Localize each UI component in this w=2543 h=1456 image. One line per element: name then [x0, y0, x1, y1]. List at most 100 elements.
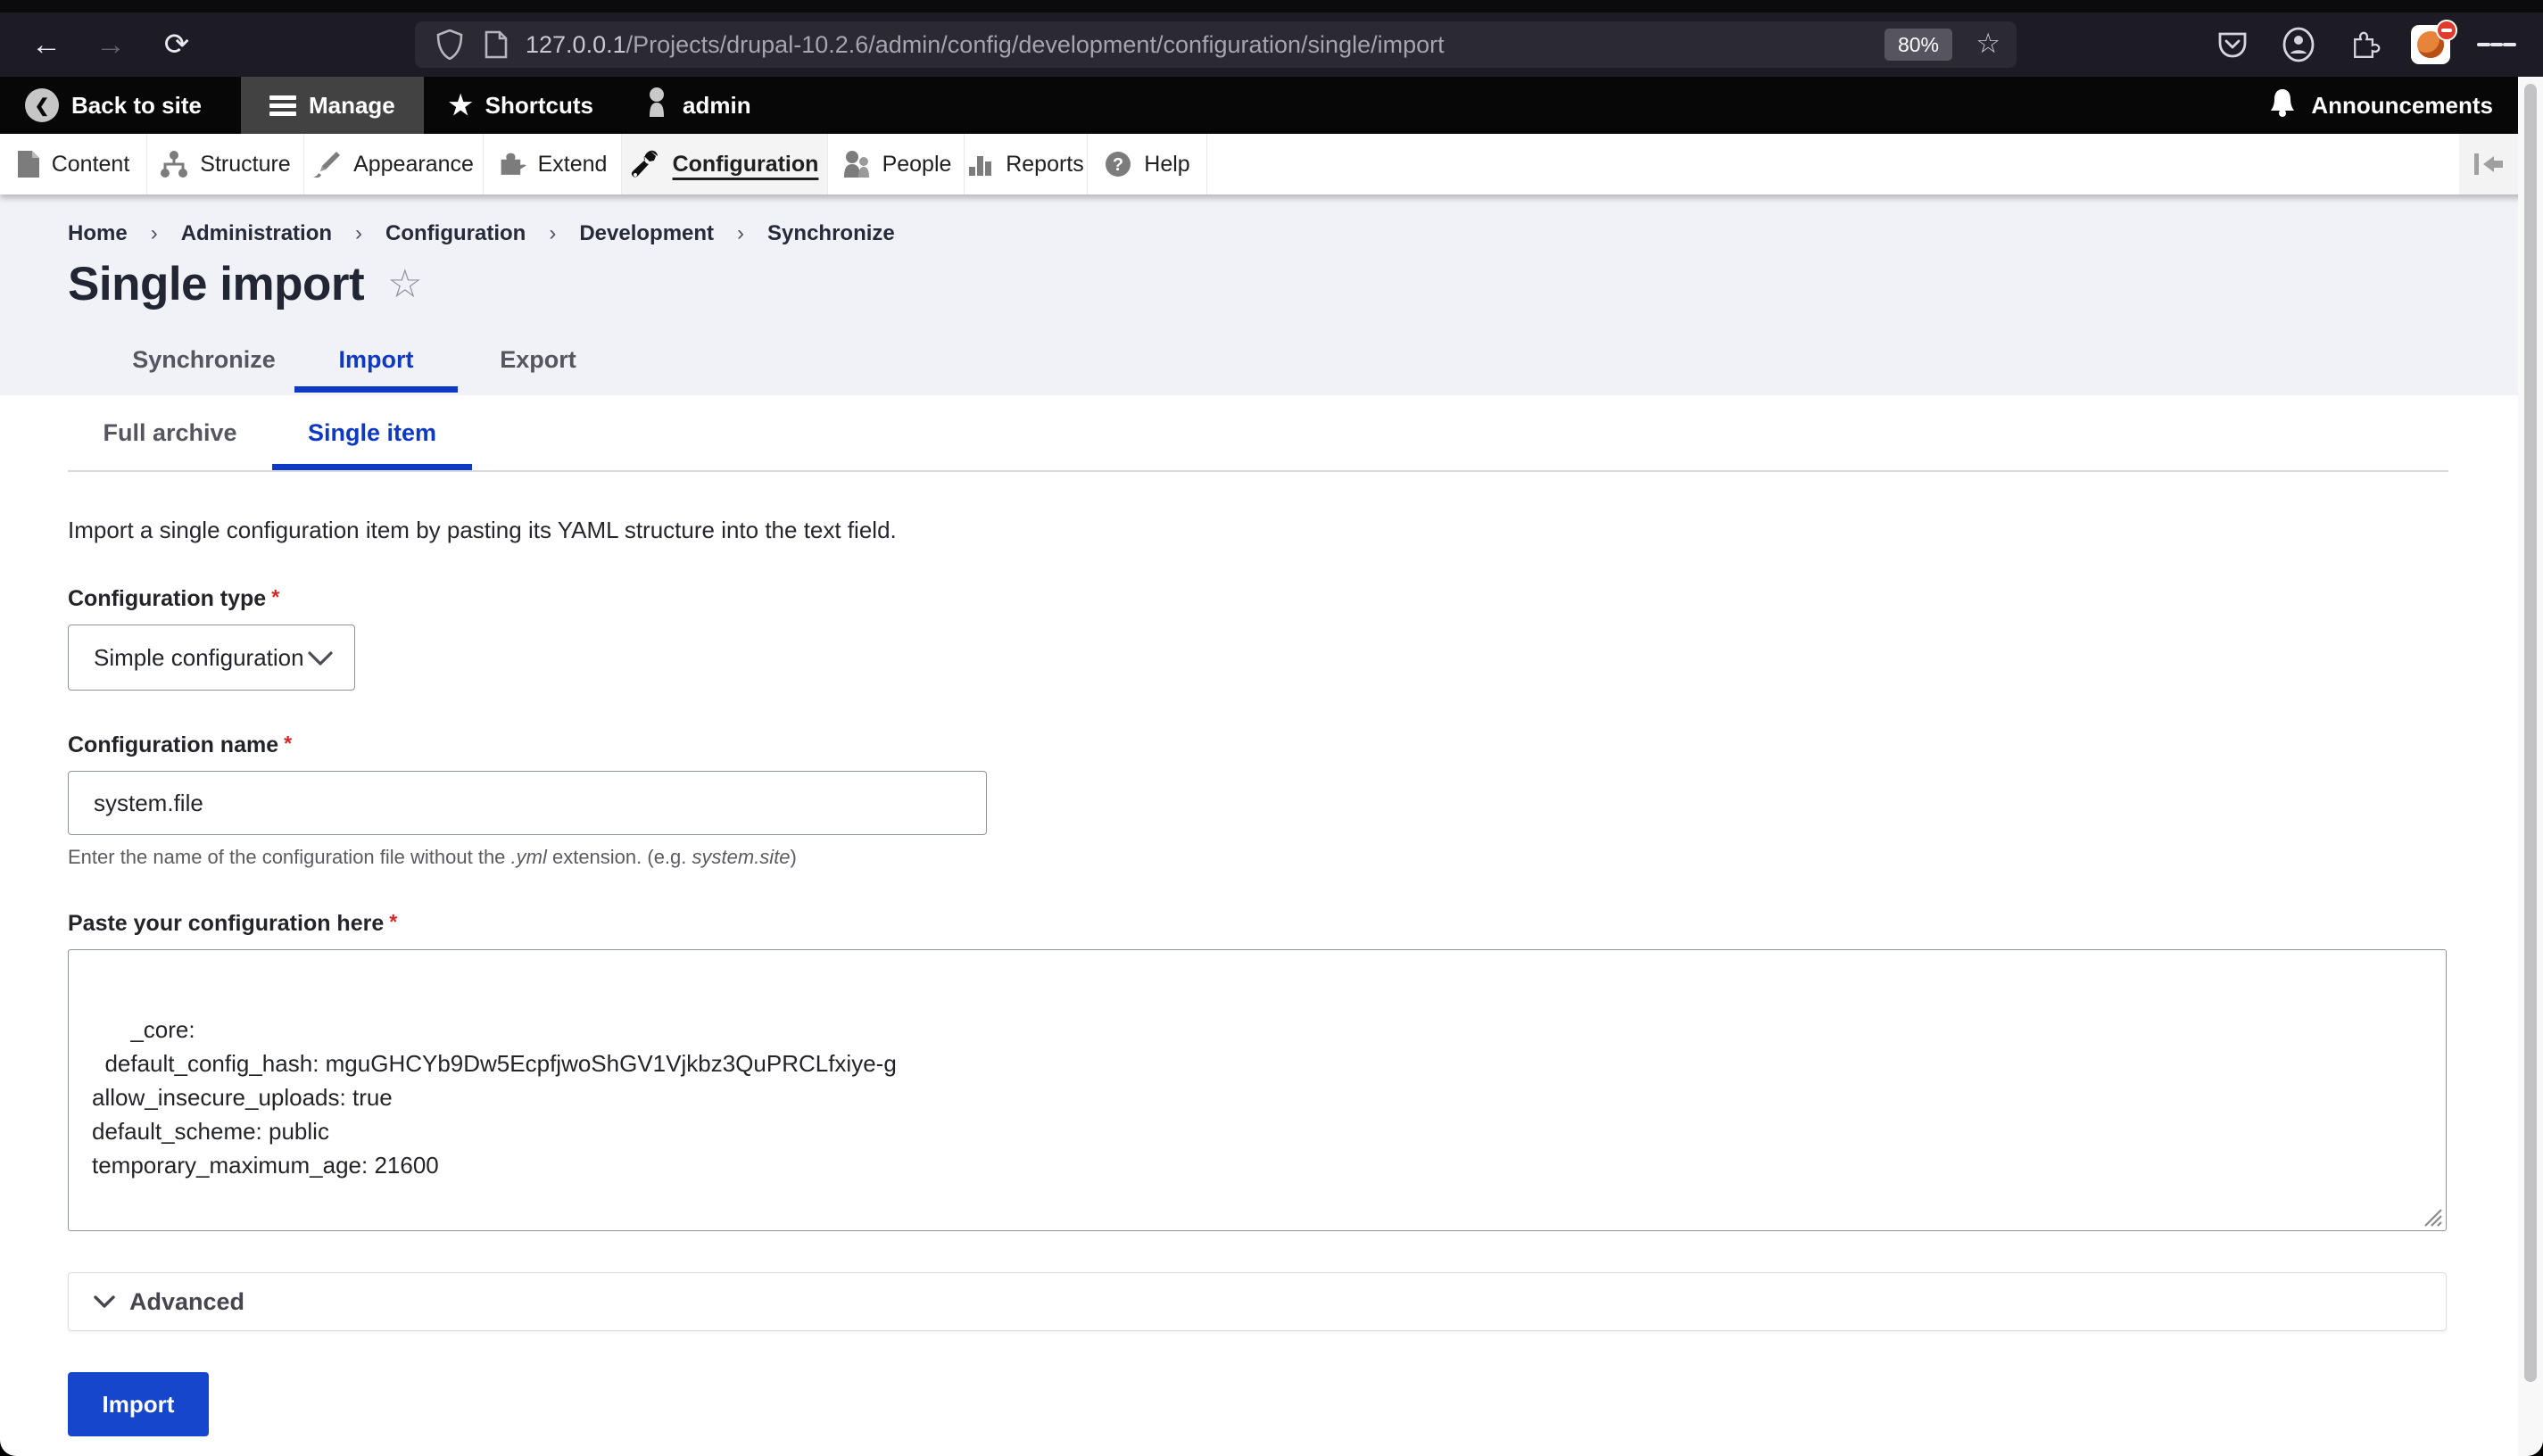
- primary-tabs: Synchronize Import Export: [113, 327, 2543, 393]
- required-indicator: *: [389, 910, 397, 933]
- menu-hamburger-icon[interactable]: [2477, 12, 2516, 77]
- menu-item-people[interactable]: People: [828, 134, 965, 194]
- import-button[interactable]: Import: [68, 1372, 209, 1436]
- menu-item-label: People: [882, 152, 952, 178]
- menu-item-reports[interactable]: Reports: [965, 134, 1088, 194]
- back-icon[interactable]: ←: [23, 12, 70, 77]
- url-text: 127.0.0.1/Projects/drupal-10.2.6/admin/c…: [526, 31, 1445, 59]
- breadcrumb-link[interactable]: Configuration: [385, 221, 526, 246]
- configuration-name-value: system.file: [94, 790, 203, 817]
- shortcuts-label: Shortcuts: [485, 92, 593, 120]
- configuration-type-select[interactable]: Simple configuration: [68, 625, 355, 691]
- menu-item-label: Extend: [538, 152, 608, 178]
- configuration-name-help: Enter the name of the configuration file…: [68, 846, 2543, 869]
- admin-user-label: admin: [683, 92, 751, 120]
- configuration-wrench-icon: [631, 149, 661, 179]
- page-info-icon[interactable]: [485, 30, 508, 59]
- page-header: Home › Administration › Configuration › …: [0, 194, 2543, 395]
- breadcrumb-link[interactable]: Administration: [181, 221, 332, 246]
- browser-tabstrip: [0, 0, 2543, 12]
- tab-export[interactable]: Export: [458, 327, 618, 393]
- menu-item-structure[interactable]: Structure: [147, 134, 304, 194]
- back-to-site-label: Back to site: [71, 92, 202, 120]
- required-indicator: *: [271, 585, 279, 608]
- breadcrumb-separator: ›: [151, 221, 158, 246]
- tab-synchronize[interactable]: Synchronize: [113, 327, 294, 393]
- menu-item-appearance[interactable]: Appearance: [304, 134, 484, 194]
- advanced-section-toggle[interactable]: Advanced: [68, 1272, 2447, 1331]
- required-indicator: *: [284, 732, 292, 755]
- back-to-site-button[interactable]: ❮ Back to site: [0, 77, 227, 134]
- appearance-brush-icon: [313, 150, 342, 178]
- extend-puzzle-icon: [498, 150, 526, 178]
- configuration-name-label: Configuration name*: [68, 732, 2543, 758]
- zoom-level-badge[interactable]: 80%: [1884, 29, 1952, 61]
- url-domain: 127.0.0.1: [526, 31, 626, 58]
- reload-icon[interactable]: ⟳: [153, 12, 200, 77]
- browser-window: ← → ⟳ 127.0.0.1/Projects/drupal-10.2.6/a…: [0, 0, 2543, 1456]
- firefox-extension-icon[interactable]: [2411, 12, 2450, 77]
- url-bar[interactable]: 127.0.0.1/Projects/drupal-10.2.6/admin/c…: [415, 21, 2017, 68]
- favorite-star-icon[interactable]: ☆: [387, 261, 422, 307]
- scrollbar-thumb[interactable]: [2524, 84, 2537, 1382]
- main-content: Full archive Single item Import a single…: [0, 395, 2543, 1436]
- extensions-puzzle-icon[interactable]: [2345, 12, 2384, 77]
- shortcuts-star-icon: ★: [449, 90, 473, 121]
- chevron-down-icon: [94, 1295, 115, 1309]
- announcements-button[interactable]: Announcements: [2268, 77, 2493, 134]
- toolbar-orientation-toggle[interactable]: [2459, 134, 2518, 194]
- menu-item-content[interactable]: Content: [0, 134, 147, 194]
- tab-full-archive[interactable]: Full archive: [68, 395, 272, 470]
- manage-icon: [269, 92, 296, 120]
- tab-single-item[interactable]: Single item: [272, 395, 472, 470]
- menu-item-extend[interactable]: Extend: [484, 134, 622, 194]
- url-path: /Projects/drupal-10.2.6/admin/config/dev…: [626, 31, 1445, 58]
- menu-item-label: Appearance: [353, 152, 474, 178]
- menu-item-label: Reports: [1006, 152, 1084, 178]
- intro-text: Import a single configuration item by pa…: [68, 517, 2543, 544]
- drupal-admin-toolbar: ❮ Back to site Manage ★ Shortcuts admin …: [0, 77, 2543, 134]
- pocket-icon[interactable]: [2213, 12, 2252, 77]
- menu-item-label: Structure: [200, 152, 290, 178]
- structure-sitemap-icon: [160, 150, 188, 178]
- configuration-name-input[interactable]: system.file: [68, 771, 987, 835]
- yaml-content: _core: default_config_hash: mguGHCYb9Dw5…: [92, 1016, 897, 1179]
- page-title: Single import: [68, 257, 364, 311]
- breadcrumb-separator: ›: [737, 221, 744, 246]
- shortcuts-button[interactable]: ★ Shortcuts: [424, 77, 618, 134]
- back-to-site-icon: ❮: [25, 88, 59, 122]
- menu-item-label: Content: [52, 152, 130, 178]
- svg-text:?: ?: [1113, 155, 1123, 175]
- forward-icon[interactable]: →: [87, 12, 134, 77]
- breadcrumb-link[interactable]: Home: [68, 221, 128, 246]
- people-icon: [841, 150, 871, 178]
- configuration-type-label: Configuration type*: [68, 585, 2543, 612]
- paste-configuration-label: Paste your configuration here*: [68, 910, 2543, 937]
- collapse-left-icon: [2473, 153, 2505, 175]
- breadcrumb-link[interactable]: Synchronize: [767, 221, 895, 246]
- tab-import[interactable]: Import: [294, 327, 458, 393]
- resize-grip-icon[interactable]: [2422, 1206, 2443, 1228]
- configuration-yaml-textarea[interactable]: _core: default_config_hash: mguGHCYb9Dw5…: [68, 949, 2447, 1231]
- menu-item-label: Help: [1144, 152, 1189, 178]
- help-icon: ?: [1104, 150, 1132, 178]
- breadcrumb: Home › Administration › Configuration › …: [68, 221, 2543, 246]
- menu-item-help[interactable]: ? Help: [1088, 134, 1207, 194]
- announcements-label: Announcements: [2311, 92, 2493, 120]
- browser-navbar: ← → ⟳ 127.0.0.1/Projects/drupal-10.2.6/a…: [0, 12, 2543, 77]
- bookmark-star-icon[interactable]: ☆: [1976, 28, 2000, 60]
- page-scrollbar[interactable]: [2518, 77, 2543, 1456]
- configuration-type-value: Simple configuration: [94, 644, 304, 672]
- shield-icon[interactable]: [436, 29, 463, 60]
- manage-button[interactable]: Manage: [241, 77, 424, 134]
- account-icon[interactable]: [2279, 12, 2318, 77]
- blocked-badge-icon: [2436, 20, 2457, 41]
- admin-user-button[interactable]: admin: [618, 77, 776, 134]
- advanced-label: Advanced: [129, 1288, 244, 1316]
- content-file-icon: [17, 150, 40, 178]
- navbar-right-icons: [2213, 12, 2516, 77]
- breadcrumb-link[interactable]: Development: [579, 221, 714, 246]
- menu-item-configuration[interactable]: Configuration: [622, 134, 828, 194]
- reports-chart-icon: [967, 151, 994, 178]
- manage-label: Manage: [309, 92, 395, 120]
